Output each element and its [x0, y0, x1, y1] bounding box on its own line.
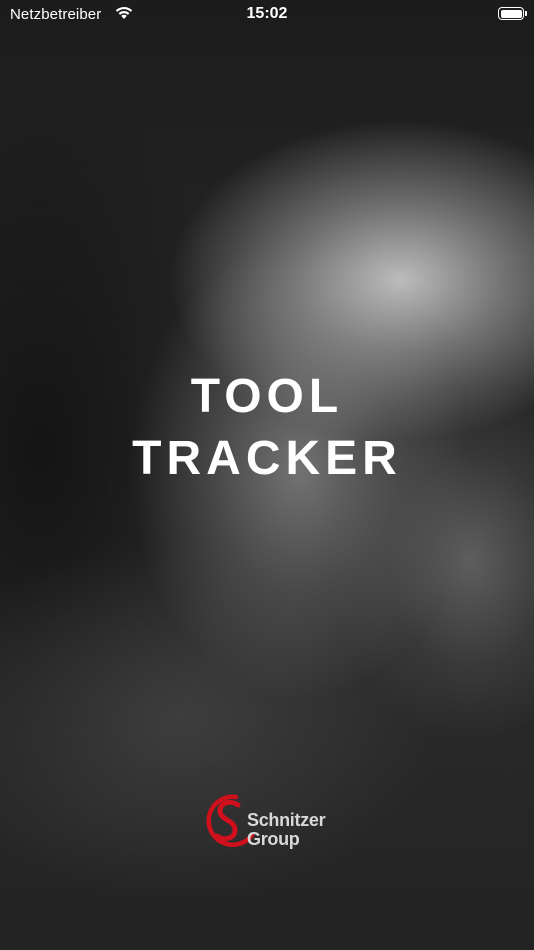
company-name-line-2: Group	[247, 829, 300, 849]
battery-full-icon	[498, 7, 527, 20]
status-bar: Netzbetreiber 15:02	[0, 0, 534, 30]
company-name-line-1: Schnitzer	[247, 810, 326, 830]
splash-screen: Netzbetreiber 15:02 TOOL TRACKER Schnitz…	[0, 0, 534, 950]
status-time: 15:02	[246, 5, 288, 22]
app-title: TOOL TRACKER	[0, 366, 534, 490]
app-title-line-2: TRACKER	[132, 432, 402, 485]
company-name: Schnitzer Group	[247, 810, 326, 849]
company-logo: Schnitzer Group	[200, 790, 340, 852]
app-title-line-1: TOOL	[190, 370, 344, 423]
